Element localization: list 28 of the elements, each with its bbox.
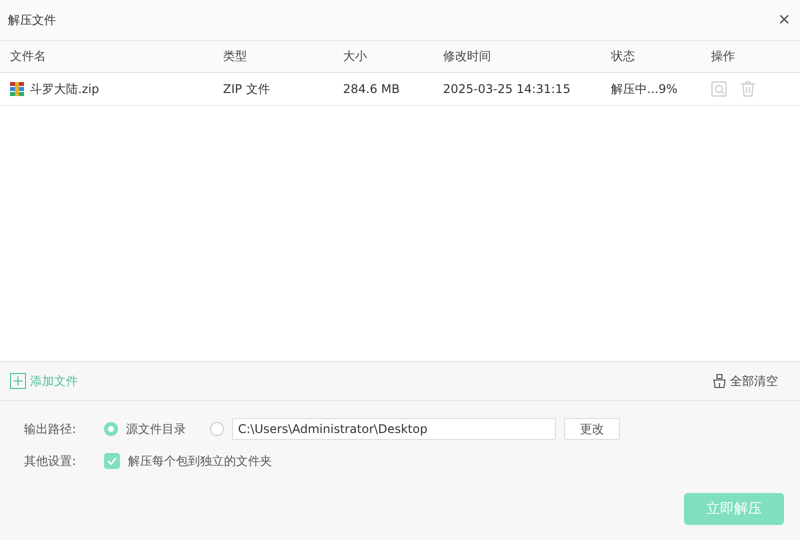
close-button[interactable]: × — [778, 10, 790, 30]
column-header: 大小 — [343, 48, 368, 65]
checkbox[interactable] — [104, 453, 120, 469]
checkmark-icon — [107, 457, 117, 465]
archive-icon — [10, 82, 24, 96]
option-label: 源文件目录 — [126, 420, 186, 438]
column-header: 修改时间 — [443, 48, 492, 65]
preview-icon[interactable] — [711, 81, 727, 97]
clear-all-button[interactable]: 全部清空 — [713, 372, 778, 390]
table-cell-text: 2025-03-25 14:31:15 — [443, 82, 572, 96]
file-name-cell: 斗罗大陆.zip — [10, 80, 223, 98]
status-cell-text: 解压中...9% — [611, 80, 678, 98]
window-title: 解压文件 — [8, 12, 56, 28]
trash-icon[interactable] — [741, 81, 755, 97]
table-cell-text: 284.6 MB — [343, 82, 401, 96]
output-path-label: 输出路径: — [24, 420, 78, 438]
path-field[interactable]: C:\Users\Administrator\Desktop — [232, 418, 556, 440]
column-header: 状态 — [611, 48, 636, 65]
table-cell-text: ZIP 文件 — [223, 80, 271, 98]
checkbox-label: 解压每个包到独立的文件夹 — [128, 452, 272, 470]
plus-icon — [10, 373, 26, 389]
radio-button[interactable] — [104, 422, 118, 436]
change-button[interactable]: 更改 — [564, 418, 620, 440]
other-settings-label: 其他设置: — [24, 452, 78, 470]
column-header: 类型 — [223, 48, 248, 65]
column-header: 文件名 — [10, 48, 47, 65]
radio-button[interactable] — [210, 422, 224, 436]
column-header: 操作 — [711, 48, 736, 65]
